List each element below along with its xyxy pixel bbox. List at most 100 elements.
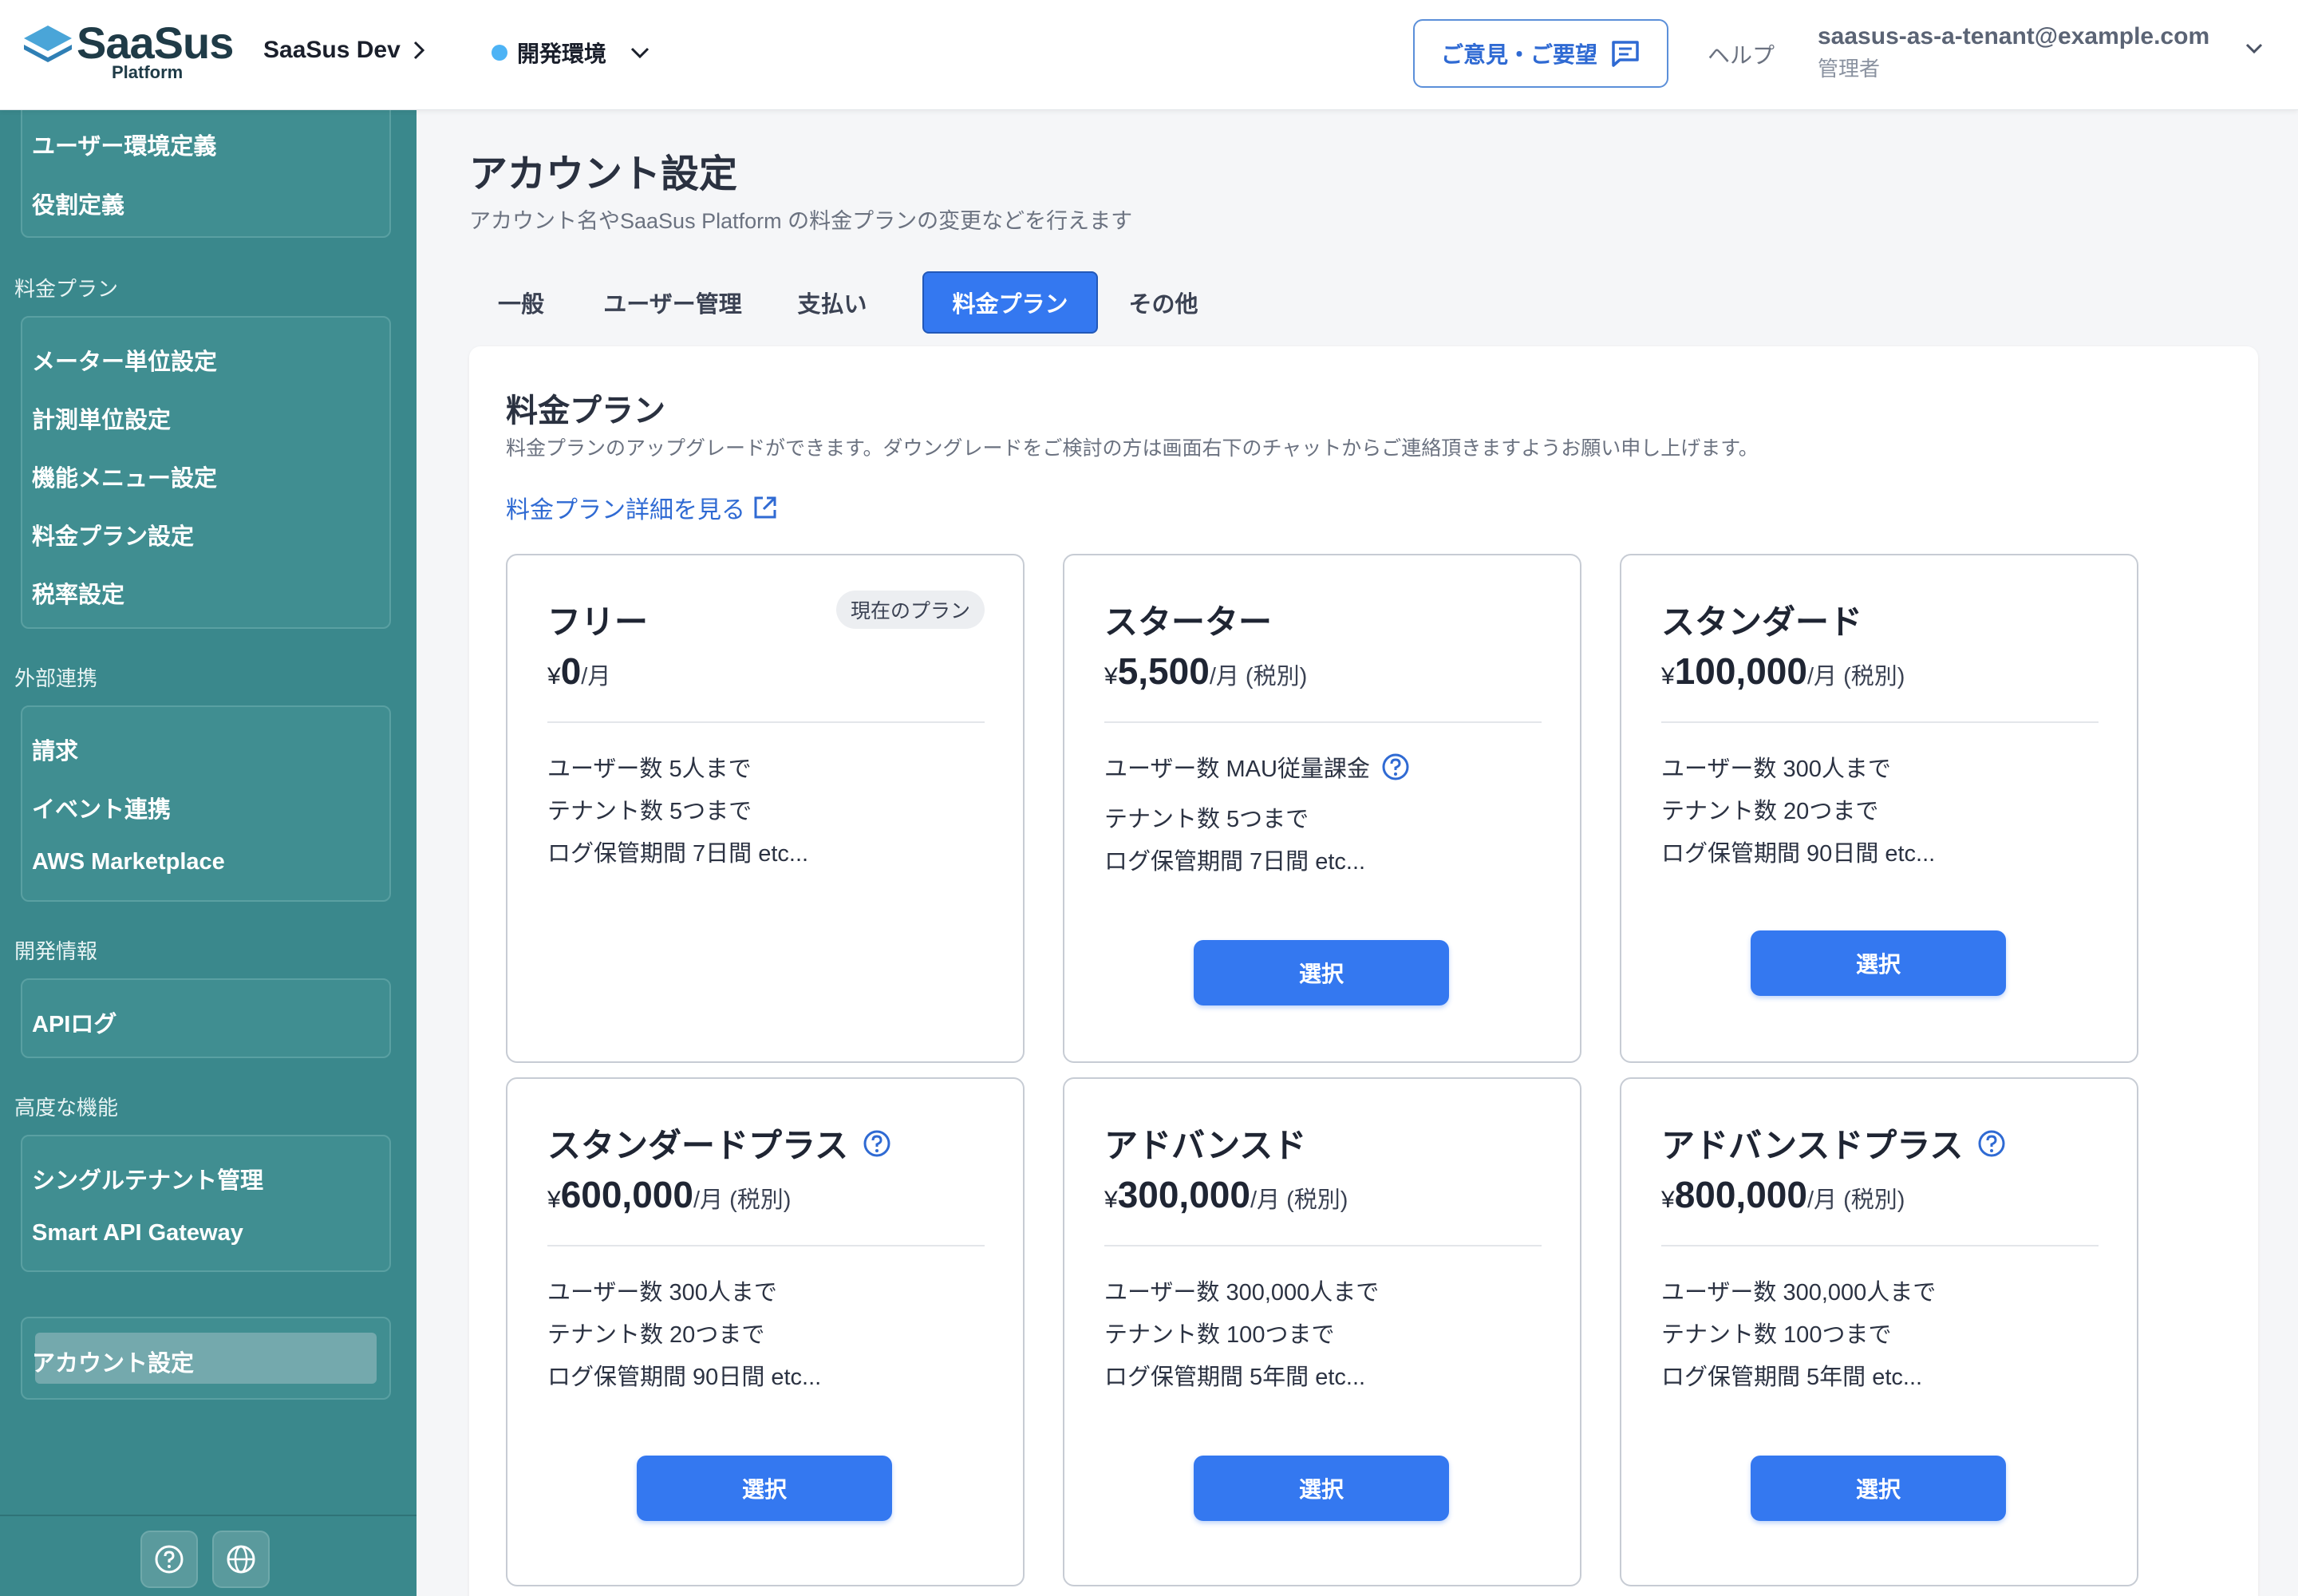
sidebar-section-dev: 開発情報	[14, 939, 98, 963]
help-button[interactable]	[140, 1531, 198, 1588]
plan-price: ¥ 600,000 /月 (税別)	[547, 1173, 791, 1216]
price-unit: /月 (税別)	[1806, 664, 1905, 689]
plan-price: ¥ 300,000 /月 (税別)	[1104, 1173, 1348, 1216]
price-currency: ¥	[1661, 1187, 1675, 1213]
tab-payment[interactable]: 支払い	[780, 271, 884, 334]
sidebar-item-account[interactable]: アカウント設定	[32, 1345, 194, 1378]
plan-details-link[interactable]: 料金プラン詳細を見る	[506, 490, 779, 525]
panel-description: 料金プランのアップグレードができます。ダウングレードをご検討の方は画面右下のチャ…	[506, 437, 1759, 460]
sidebar-item-aws-marketplace[interactable]: AWS Marketplace	[32, 849, 225, 875]
plan-feature-users: ユーザー数 MAU従量課金	[1104, 750, 1410, 784]
price-amount: 300,000	[1117, 1174, 1250, 1215]
plan-divider	[1661, 721, 2099, 723]
environment-status-dot	[492, 45, 507, 61]
plan-feature-logs: ログ保管期間 90日間 etc...	[1661, 841, 1936, 867]
plan-divider	[547, 1245, 985, 1246]
sidebar-item-api-log[interactable]: APIログ	[32, 1005, 116, 1039]
sidebar-group-advanced	[21, 1135, 391, 1272]
plan-feature-tenants: テナント数 20つまで	[1661, 799, 1879, 824]
project-selector[interactable]: SaaSus Dev	[263, 37, 426, 64]
sidebar-item-smart-api-gateway[interactable]: Smart API Gateway	[32, 1220, 243, 1246]
question-circle-icon[interactable]	[1381, 753, 1410, 781]
tab-general[interactable]: 一般	[469, 271, 573, 334]
plan-feature-logs: ログ保管期間 7日間 etc...	[547, 841, 809, 867]
plan-name-row: アドバンスドプラス	[1661, 1119, 2006, 1167]
sidebar-item-measure-unit[interactable]: 計測単位設定	[32, 401, 171, 435]
page-description: アカウント名やSaaSus Platform の料金プランの変更などを行えます	[469, 209, 1133, 233]
price-unit: /月 (税別)	[1806, 1187, 1905, 1213]
panel-title: 料金プラン	[506, 393, 665, 429]
plan-feature-users: ユーザー数 300人まで	[1661, 757, 1891, 782]
plan-name: スターター	[1104, 603, 1273, 641]
environment-selector[interactable]: 開発環境	[492, 37, 651, 69]
help-link[interactable]: ヘルプ	[1708, 38, 1775, 70]
user-menu[interactable]: saasus-as-a-tenant@example.com 管理者	[1818, 21, 2209, 85]
plan-card-advanced-plus: アドバンスドプラス ¥ 800,000 /月 (税別) ユーザー数 300,00…	[1620, 1077, 2138, 1586]
sidebar-item-tax-rate[interactable]: 税率設定	[32, 576, 124, 610]
question-circle-icon	[155, 1545, 184, 1574]
plan-feature-tenants: テナント数 5つまで	[1104, 807, 1309, 832]
sidebar: ユーザー環境定義 役割定義 料金プラン メーター単位設定 計測単位設定 機能メニ…	[0, 110, 417, 1596]
sidebar-section-external: 外部連携	[14, 666, 98, 690]
plan-feature-tenants: テナント数 100つまで	[1104, 1322, 1335, 1348]
price-currency: ¥	[547, 663, 561, 689]
plan-feature-tenants: テナント数 20つまで	[547, 1322, 765, 1348]
tab-pricing-plan[interactable]: 料金プラン	[922, 271, 1098, 334]
current-plan-badge: 現在のプラン	[835, 591, 985, 629]
price-amount: 800,000	[1674, 1174, 1807, 1215]
plan-card-standard: スタンダード ¥ 100,000 /月 (税別) ユーザー数 300人まで テナ…	[1620, 554, 2138, 1063]
price-unit: /月 (税別)	[693, 1187, 792, 1213]
plan-card-starter: スターター ¥ 5,500 /月 (税別) ユーザー数 MAU従量課金 テナント…	[1063, 554, 1581, 1063]
plan-name: アドバンスド	[1104, 1127, 1307, 1164]
sidebar-item-feature-menu[interactable]: 機能メニュー設定	[32, 460, 217, 493]
user-role: 管理者	[1818, 57, 1881, 81]
sidebar-section-pricing: 料金プラン	[14, 277, 119, 301]
price-amount: 0	[560, 650, 582, 692]
message-icon	[1612, 41, 1639, 67]
select-plan-button[interactable]: 選択	[1194, 940, 1449, 1005]
price-unit: /月	[581, 664, 611, 689]
select-plan-button[interactable]: 選択	[637, 1456, 892, 1521]
sidebar-item-event[interactable]: イベント連携	[32, 791, 171, 824]
chevron-right-icon	[413, 41, 424, 60]
plan-name: スタンダード	[1661, 603, 1863, 641]
plan-divider	[1104, 1245, 1542, 1246]
sidebar-item-meter-unit[interactable]: メーター単位設定	[32, 343, 217, 377]
question-circle-icon[interactable]	[863, 1129, 891, 1158]
price-amount: 100,000	[1674, 650, 1807, 692]
top-header: SaaSus Platform SaaSus Dev 開発環境 ご意見・ご要望 …	[0, 0, 2298, 110]
sidebar-item-roles[interactable]: 役割定義	[32, 187, 124, 220]
feedback-label: ご意見・ご要望	[1440, 42, 1597, 67]
saasus-logo[interactable]: SaaSus Platform	[22, 19, 238, 86]
external-link-icon	[754, 496, 776, 519]
sidebar-section-advanced: 高度な機能	[14, 1096, 119, 1120]
tab-other[interactable]: その他	[1115, 271, 1211, 334]
select-plan-button[interactable]: 選択	[1751, 930, 2006, 996]
chevron-down-icon[interactable]	[2244, 41, 2264, 56]
price-currency: ¥	[1661, 663, 1675, 689]
plan-card-advanced: アドバンスド ¥ 300,000 /月 (税別) ユーザー数 300,000人ま…	[1063, 1077, 1581, 1586]
plan-divider	[1661, 1245, 2099, 1246]
plan-feature-users: ユーザー数 300人まで	[547, 1280, 777, 1306]
price-amount: 5,500	[1117, 650, 1210, 692]
feedback-button[interactable]: ご意見・ご要望	[1413, 19, 1668, 88]
question-circle-icon[interactable]	[1977, 1129, 2006, 1158]
plan-price: ¥ 0 /月	[547, 650, 610, 693]
tab-user-management[interactable]: ユーザー管理	[589, 271, 756, 334]
plan-feature-users: ユーザー数 300,000人まで	[1104, 1280, 1380, 1306]
user-email: saasus-as-a-tenant@example.com	[1818, 23, 2210, 49]
plan-divider	[547, 721, 985, 723]
plan-feature-logs: ログ保管期間 7日間 etc...	[1104, 849, 1366, 875]
plan-price: ¥ 5,500 /月 (税別)	[1104, 650, 1307, 693]
sidebar-item-user-env[interactable]: ユーザー環境定義	[32, 128, 216, 161]
plan-name: アドバンスドプラス	[1661, 1127, 1964, 1164]
select-plan-button[interactable]: 選択	[1751, 1456, 2006, 1521]
select-plan-button[interactable]: 選択	[1194, 1456, 1449, 1521]
sidebar-item-pricing-plan[interactable]: 料金プラン設定	[32, 518, 194, 551]
plan-name: フリー	[547, 603, 649, 641]
language-button[interactable]	[212, 1531, 270, 1588]
sidebar-item-single-tenant[interactable]: シングルテナント管理	[32, 1162, 263, 1195]
price-currency: ¥	[1104, 1187, 1118, 1213]
sidebar-item-billing[interactable]: 請求	[32, 733, 78, 766]
plan-feature-users-text: ユーザー数 MAU従量課金	[1104, 757, 1370, 782]
